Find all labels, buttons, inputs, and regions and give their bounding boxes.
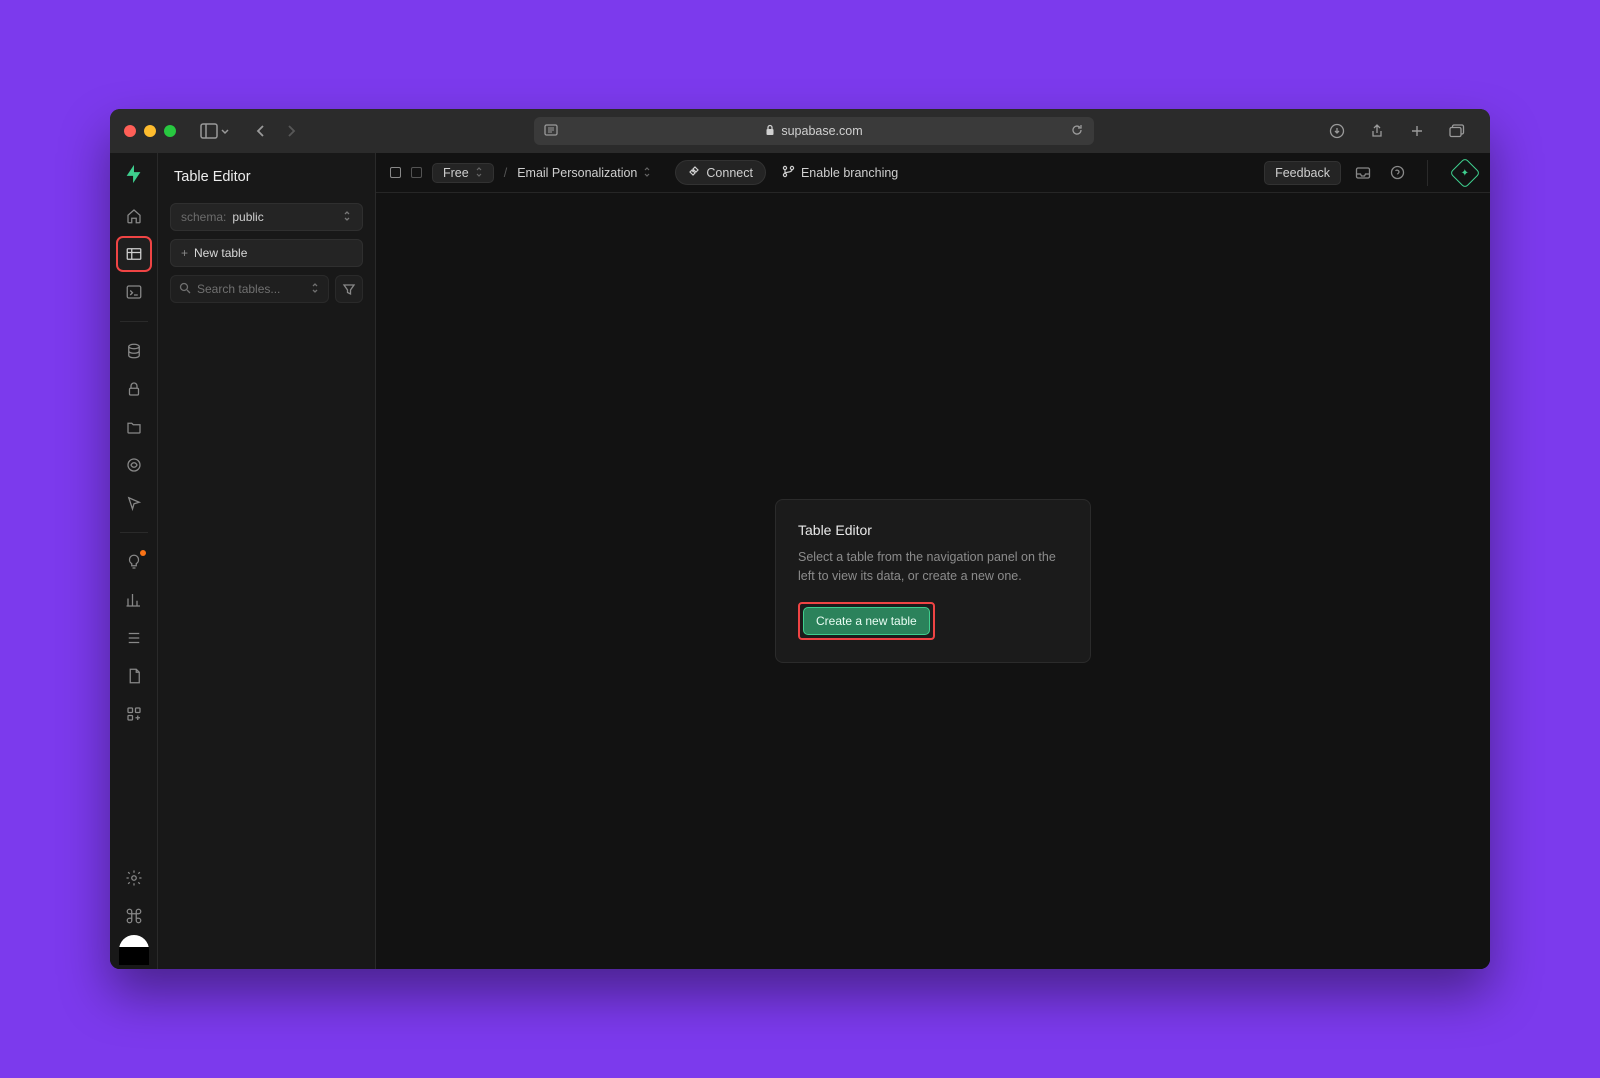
forward-button[interactable]: [278, 124, 304, 138]
enable-branching-button[interactable]: Enable branching: [782, 165, 898, 181]
breadcrumb-separator: /: [504, 166, 507, 180]
nav-rail: [110, 153, 158, 969]
org-icon[interactable]: [390, 167, 401, 178]
logs-icon[interactable]: [117, 621, 151, 655]
empty-state-title: Table Editor: [798, 522, 1068, 538]
connect-button[interactable]: Connect: [675, 160, 766, 185]
url-host: supabase.com: [781, 124, 862, 138]
sparkle-icon: ✦: [1461, 167, 1469, 178]
create-new-table-button[interactable]: Create a new table: [803, 607, 930, 635]
project-selector[interactable]: Email Personalization: [517, 166, 651, 180]
avatar[interactable]: [119, 935, 149, 965]
plus-icon: +: [181, 246, 188, 260]
browser-window: supabase.com: [110, 109, 1490, 969]
highlight-box: Create a new table: [798, 602, 935, 640]
edge-functions-icon[interactable]: [117, 448, 151, 482]
auth-icon[interactable]: [117, 372, 151, 406]
url-bar[interactable]: supabase.com: [534, 117, 1094, 145]
help-icon[interactable]: [1385, 165, 1409, 180]
realtime-icon[interactable]: [117, 486, 151, 520]
sidebar-toggle-button[interactable]: [200, 123, 230, 139]
storage-icon[interactable]: [117, 410, 151, 444]
chevron-updown-icon: [342, 210, 352, 225]
side-panel: Table Editor schema: public + New table …: [158, 153, 376, 969]
database-icon[interactable]: [117, 334, 151, 368]
nav-arrows: [248, 124, 304, 138]
command-icon[interactable]: [117, 899, 151, 933]
org-menu-icon[interactable]: [411, 167, 422, 178]
chevron-updown-icon: [475, 166, 483, 180]
empty-state-description: Select a table from the navigation panel…: [798, 548, 1068, 586]
table-editor-icon[interactable]: [117, 237, 151, 271]
chevron-updown-icon: [310, 282, 320, 297]
top-bar: Free / Email Personalization Connect Ena…: [376, 153, 1490, 193]
minimize-window-icon[interactable]: [144, 125, 156, 137]
api-docs-icon[interactable]: [117, 659, 151, 693]
share-icon[interactable]: [1364, 123, 1390, 139]
maximize-window-icon[interactable]: [164, 125, 176, 137]
inbox-icon[interactable]: [1351, 166, 1375, 180]
lock-icon: [765, 124, 775, 139]
branch-icon: [782, 165, 795, 181]
traffic-lights: [124, 125, 176, 137]
empty-state-card: Table Editor Select a table from the nav…: [775, 499, 1091, 663]
new-tab-icon[interactable]: [1404, 123, 1430, 139]
advisor-icon[interactable]: [117, 545, 151, 579]
search-tables-input[interactable]: Search tables...: [170, 275, 329, 303]
page-title: Table Editor: [174, 169, 359, 185]
chevron-updown-icon: [643, 166, 651, 180]
new-table-button[interactable]: + New table: [170, 239, 363, 267]
ai-assistant-button[interactable]: ✦: [1449, 157, 1480, 188]
reports-icon[interactable]: [117, 583, 151, 617]
tabs-icon[interactable]: [1444, 123, 1470, 139]
plug-icon: [688, 165, 700, 180]
reader-icon[interactable]: [544, 123, 558, 140]
supabase-logo[interactable]: [123, 163, 145, 185]
schema-selector[interactable]: schema: public: [170, 203, 363, 231]
settings-icon[interactable]: [117, 861, 151, 895]
browser-chrome: supabase.com: [110, 109, 1490, 153]
feedback-button[interactable]: Feedback: [1264, 161, 1341, 185]
filter-button[interactable]: [335, 275, 363, 303]
main-content: Table Editor Select a table from the nav…: [376, 193, 1490, 969]
downloads-icon[interactable]: [1324, 123, 1350, 139]
notification-badge: [140, 550, 146, 556]
back-button[interactable]: [248, 124, 274, 138]
close-window-icon[interactable]: [124, 125, 136, 137]
home-icon[interactable]: [117, 199, 151, 233]
search-placeholder: Search tables...: [197, 282, 280, 296]
reload-icon[interactable]: [1070, 123, 1084, 140]
plan-pill[interactable]: Free: [432, 163, 494, 183]
integrations-icon[interactable]: [117, 697, 151, 731]
search-icon: [179, 282, 191, 297]
sql-editor-icon[interactable]: [117, 275, 151, 309]
